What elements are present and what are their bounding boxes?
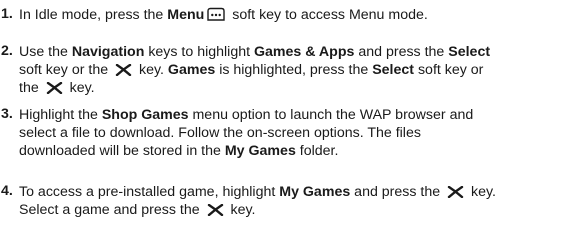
step-line: select a file to download. Follow the on… xyxy=(19,124,582,142)
text: In Idle mode, press the xyxy=(19,7,168,23)
step-line: To access a pre-installed game, highligh… xyxy=(19,183,582,201)
text: soft key to access Menu mode. xyxy=(228,7,428,23)
x-key-icon xyxy=(46,82,62,94)
step-number: 4. xyxy=(1,183,13,199)
instruction-steps: 1. In Idle mode, press the Menu soft key… xyxy=(0,0,584,243)
text: Use the xyxy=(19,44,72,60)
text: key. xyxy=(135,62,168,78)
text: To access a pre-installed game, highligh… xyxy=(19,184,280,200)
text: soft key or xyxy=(414,62,484,78)
text: and press the xyxy=(350,184,445,200)
x-key-icon xyxy=(115,64,132,76)
bold-term: My Games xyxy=(224,143,296,159)
text: Select a game and press the xyxy=(19,202,204,218)
bold-term: Shop Games xyxy=(101,107,189,123)
text: Highlight the xyxy=(19,107,102,123)
text: soft key or the xyxy=(19,62,113,78)
step-text: Highlight the Shop Games menu option to … xyxy=(19,106,582,160)
text: menu option to launch the WAP browser an… xyxy=(188,107,474,123)
text: keys to highlight xyxy=(144,44,254,60)
bold-term: My Games xyxy=(279,184,351,200)
bold-term: Menu xyxy=(167,7,205,23)
bold-term: Select xyxy=(372,62,415,78)
text: key. xyxy=(65,80,95,96)
step-line: In Idle mode, press the Menu soft key to… xyxy=(19,6,582,24)
step-number: 1. xyxy=(1,6,13,22)
bold-term: Navigation xyxy=(71,44,145,60)
step-text: To access a pre-installed game, highligh… xyxy=(19,183,582,219)
step-number: 3. xyxy=(1,106,13,122)
step-line: downloaded will be stored in the My Game… xyxy=(19,142,582,160)
step-line: soft key or the key. Games is highlighte… xyxy=(19,61,582,79)
text: is highlighted, press the xyxy=(215,62,373,78)
text: and press the xyxy=(354,44,449,60)
step-text: Use the Navigation keys to highlight Gam… xyxy=(19,43,582,97)
text: folder. xyxy=(295,143,339,159)
text: key. xyxy=(226,202,256,218)
text: the xyxy=(19,80,43,96)
step-line: Select a game and press the key. xyxy=(19,201,582,219)
step-line: the key. xyxy=(19,79,582,97)
step-line: Highlight the Shop Games menu option to … xyxy=(19,106,582,124)
bold-term: Games & Apps xyxy=(254,44,355,60)
bold-term: Games xyxy=(167,62,216,78)
step-text: In Idle mode, press the Menu soft key to… xyxy=(19,6,582,24)
menu-softkey-icon xyxy=(207,7,226,21)
x-key-icon xyxy=(207,204,223,216)
step-line: Use the Navigation keys to highlight Gam… xyxy=(19,43,582,61)
step-number: 2. xyxy=(1,43,13,59)
bold-term: Select xyxy=(448,44,491,60)
text: downloaded will be stored in the xyxy=(19,143,225,159)
text: key. xyxy=(467,184,497,200)
text: select a file to download. Follow the on… xyxy=(19,125,421,141)
x-key-icon xyxy=(447,186,464,198)
